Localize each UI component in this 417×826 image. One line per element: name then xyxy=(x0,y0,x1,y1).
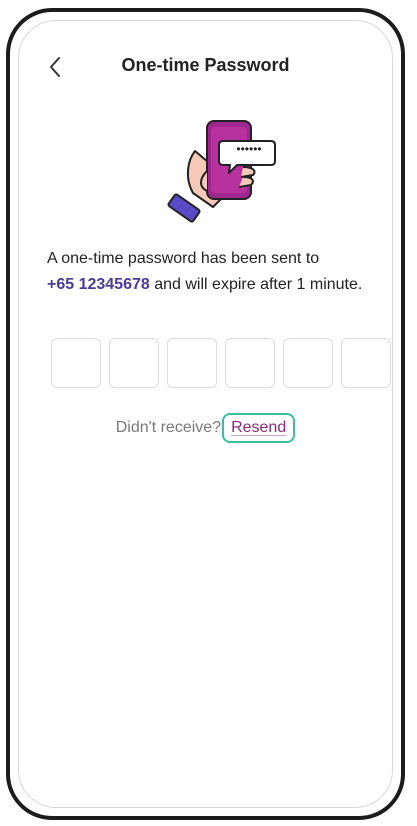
phone-otp-illustration: •••••• xyxy=(167,113,277,223)
otp-digit-2[interactable] xyxy=(109,338,159,388)
otp-digit-3[interactable] xyxy=(167,338,217,388)
page-title: One-time Password xyxy=(121,55,290,75)
resend-link[interactable]: Resend xyxy=(222,413,296,443)
otp-digit-5[interactable] xyxy=(283,338,333,388)
message-prefix: A one-time password has been sent to xyxy=(47,250,320,267)
otp-digit-4[interactable] xyxy=(225,338,275,388)
otp-message: A one-time password has been sent to +65… xyxy=(47,246,372,298)
message-suffix: and will expire after 1 minute. xyxy=(154,276,363,293)
resend-prompt: Didn't receive? xyxy=(115,419,222,436)
otp-digit-1[interactable] xyxy=(51,338,101,388)
header: One-time Password xyxy=(19,45,392,89)
otp-input-group xyxy=(51,338,391,388)
otp-digit-6[interactable] xyxy=(341,338,391,388)
phone-frame: One-time Password •••••• A one-time pass… xyxy=(6,8,405,820)
phone-number: +65 12345678 xyxy=(47,276,150,293)
resend-row: Didn't receive? Resend xyxy=(19,413,392,443)
otp-dots: •••••• xyxy=(236,142,262,156)
app-screen: One-time Password •••••• A one-time pass… xyxy=(18,20,393,808)
